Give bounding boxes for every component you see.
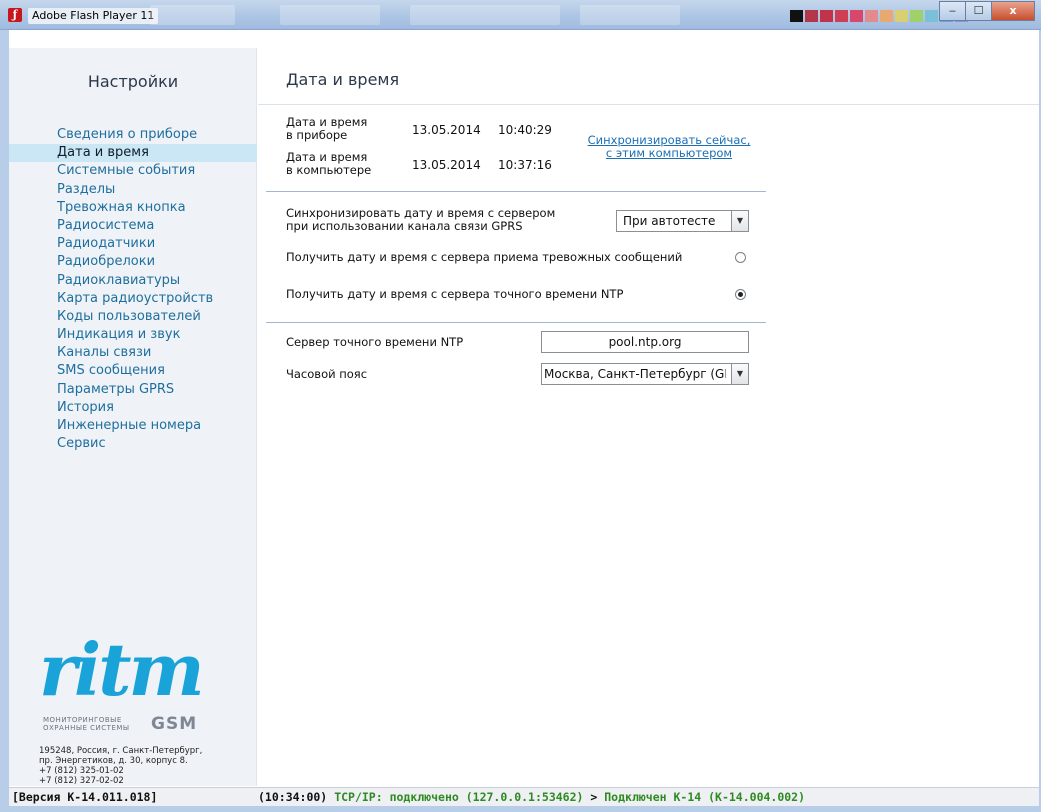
logo-subtitle-line2: ОХРАННЫЕ СИСТЕМЫ: [43, 724, 130, 732]
sidebar-item[interactable]: Карта радиоустройств: [9, 290, 257, 308]
computer-date: 13.05.2014: [412, 158, 481, 172]
title-divider: [258, 104, 1039, 105]
sync-now-link[interactable]: Синхронизировать сейчас, с этим компьюте…: [574, 134, 764, 160]
timezone-selected: Москва, Санкт-Петербург (GMT: [544, 367, 726, 381]
gprs-sync-selected: При автотесте: [623, 214, 716, 228]
device-connection-status: Подключен К-14 (К-14.004.002): [604, 790, 806, 804]
ntp-option-label[interactable]: Получить дату и время с сервера точного …: [286, 288, 623, 301]
minimize-button[interactable]: ‒: [939, 1, 966, 21]
sidebar-item[interactable]: Сервис: [9, 435, 257, 453]
logo-gsm: GSM: [151, 714, 198, 734]
sidebar-item[interactable]: Разделы: [9, 181, 257, 199]
logo-subtitle-line1: МОНИТОРИНГОВЫЕ: [43, 716, 122, 724]
status-arrow: >: [590, 790, 598, 804]
device-time-label: Дата и время в приборе: [286, 116, 367, 142]
color-swatch: [850, 10, 863, 22]
gprs-sync-label: Синхронизировать дату и время с сервером…: [286, 207, 555, 233]
section-divider: [266, 191, 766, 192]
sidebar-item[interactable]: Системные события: [9, 162, 257, 180]
settings-sidebar: Настройки Сведения о приборе Дата и время…: [9, 48, 257, 786]
sidebar-item[interactable]: Радиобрелоки: [9, 253, 257, 271]
sidebar-item[interactable]: Индикация и звук: [9, 326, 257, 344]
sidebar-item[interactable]: Дата и время: [9, 144, 257, 163]
company-address: 195248, Россия, г. Санкт-Петербург, пр. …: [39, 746, 203, 786]
version-text: [Версия К-14.011.018]: [12, 790, 158, 804]
color-swatch: [805, 10, 818, 22]
sidebar-item[interactable]: Радиоклавиатуры: [9, 272, 257, 290]
ntp-server-input[interactable]: [541, 331, 749, 353]
color-swatch: [880, 10, 893, 22]
computer-time-label: Дата и время в компьютере: [286, 151, 371, 177]
device-date: 13.05.2014: [412, 123, 481, 137]
status-time: (10:34:00): [258, 790, 328, 804]
ntp-server-label: Сервер точного времени NTP: [286, 335, 464, 349]
chevron-down-icon[interactable]: ▼: [731, 364, 748, 384]
sidebar-item[interactable]: История: [9, 399, 257, 417]
sidebar-title: Настройки: [87, 72, 179, 91]
alarm-server-radio[interactable]: [735, 252, 746, 263]
background-blur: [580, 5, 680, 25]
maximize-button[interactable]: ☐: [965, 1, 992, 21]
sidebar-item[interactable]: Параметры GPRS: [9, 381, 257, 399]
alarm-server-option-label[interactable]: Получить дату и время с сервера приема т…: [286, 251, 682, 264]
window-controls: ‒ ☐ x: [939, 1, 1035, 21]
device-time-label-line2: в приборе: [286, 128, 348, 142]
sidebar-item[interactable]: Коды пользователей: [9, 308, 257, 326]
sync-link-line2[interactable]: с этим компьютером: [574, 147, 764, 160]
section-divider: [266, 322, 766, 323]
connection-status: (10:34:00) TCP/IP: подключено (127.0.0.1…: [258, 788, 805, 806]
ntp-radio[interactable]: [735, 289, 746, 300]
close-button[interactable]: x: [991, 1, 1035, 21]
color-swatch: [895, 10, 908, 22]
gprs-sync-label-line2: при использовании канала связи GPRS: [286, 219, 523, 233]
logo-subtitle: МОНИТОРИНГОВЫЕ ОХРАННЫЕ СИСТЕМЫ: [43, 716, 130, 732]
computer-time: 10:37:16: [498, 158, 552, 172]
chevron-down-icon[interactable]: ▼: [731, 211, 748, 231]
color-swatch: [820, 10, 833, 22]
timezone-select[interactable]: Москва, Санкт-Петербург (GMT ▼: [541, 363, 749, 385]
background-blur: [150, 5, 235, 25]
color-swatch: [835, 10, 848, 22]
timezone-label: Часовой пояс: [286, 367, 368, 381]
status-bar: [Версия К-14.011.018] (10:34:00) TCP/IP:…: [9, 787, 1039, 806]
window-title: Adobe Flash Player 11: [28, 8, 159, 24]
window-titlebar[interactable]: ƒ Adobe Flash Player 11 ‒ ☐ x: [0, 0, 1041, 30]
sidebar-item[interactable]: Радиосистема: [9, 217, 257, 235]
flash-player-icon: ƒ: [8, 8, 22, 22]
sidebar-item[interactable]: Сведения о приборе: [9, 126, 257, 144]
color-swatch: [925, 10, 938, 22]
sidebar-item[interactable]: Инженерные номера: [9, 417, 257, 435]
color-swatch: [910, 10, 923, 22]
sidebar-item[interactable]: Радиодатчики: [9, 235, 257, 253]
ritm-logo: ritm МОНИТОРИНГОВЫЕ ОХРАННЫЕ СИСТЕМЫ GSM: [39, 627, 239, 735]
sidebar-item[interactable]: Каналы связи: [9, 344, 257, 362]
background-blur: [410, 5, 560, 25]
computer-time-label-line2: в компьютере: [286, 163, 372, 177]
page-title: Дата и время: [286, 70, 400, 89]
logo-wordmark: ritm: [39, 627, 205, 712]
sidebar-item[interactable]: SMS сообщения: [9, 362, 257, 380]
window-frame-left: [0, 30, 9, 812]
gprs-sync-select[interactable]: При автотесте ▼: [616, 210, 749, 232]
color-swatch: [790, 10, 803, 22]
window-frame-bottom: [0, 806, 1041, 812]
app-client-area: Настройки Сведения о приборе Дата и время…: [9, 30, 1039, 806]
background-blur: [280, 5, 380, 25]
sidebar-item[interactable]: Тревожная кнопка: [9, 199, 257, 217]
color-swatch: [865, 10, 878, 22]
tcp-status: TCP/IP: подключено (127.0.0.1:53462): [334, 790, 584, 804]
device-time: 10:40:29: [498, 123, 552, 137]
settings-nav: Сведения о приборе Дата и время Системные …: [9, 126, 257, 453]
